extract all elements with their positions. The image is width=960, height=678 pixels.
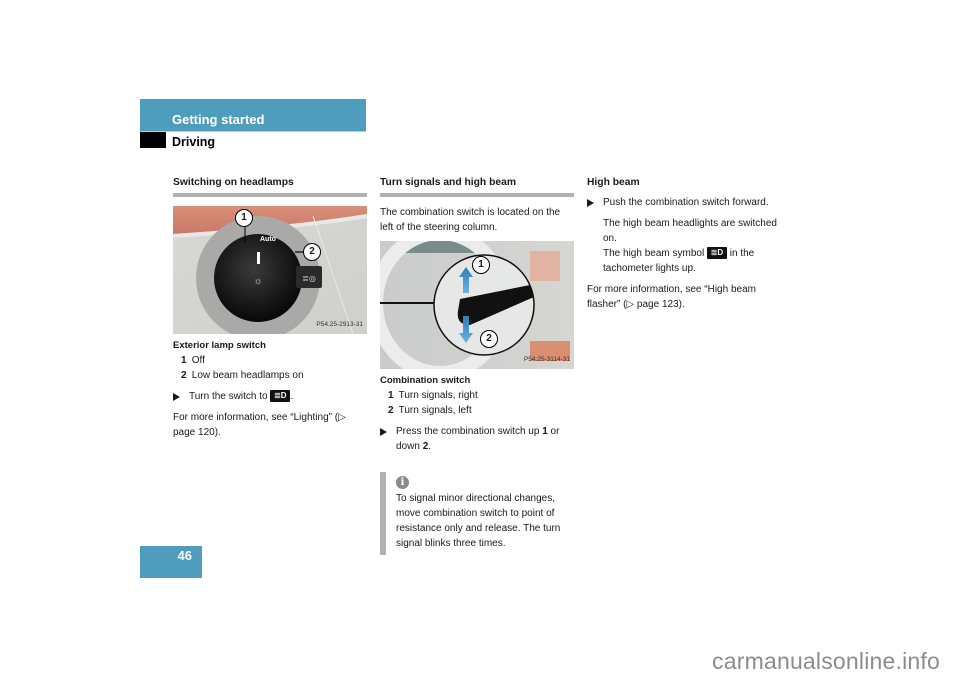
dial-label-auto: Auto <box>260 236 276 243</box>
figure-id: P54.25-3114-31 <box>523 356 570 363</box>
callout-2: 2 <box>480 330 498 348</box>
combination-switch-figure: 1 2 P54.25-3114-31 <box>380 241 574 369</box>
legend-item: 2 Turn signals, left <box>388 405 472 416</box>
figure-legend: 1 Turn signals, right 2 Turn signals, le… <box>388 388 574 418</box>
legend-item: 2 Low beam headlamps on <box>181 370 304 381</box>
watermark: carmanualsonline.info <box>712 648 940 674</box>
heading-switching-on-headlamps: Switching on headlamps <box>173 175 367 197</box>
callout-1: 1 <box>472 256 490 274</box>
info-icon: i <box>396 476 409 489</box>
callout-2: 2 <box>303 243 321 261</box>
heading-high-beam: High beam <box>587 177 640 188</box>
result-text: The high beam headlights are switched on… <box>603 218 777 274</box>
svg-text:≣◎: ≣◎ <box>302 274 316 283</box>
heading-turn-signals-high-beam: Turn signals and high beam <box>380 175 574 197</box>
figure-caption: Combination switch <box>380 375 471 386</box>
high-beam-symbol-icon: ≣D <box>706 247 727 260</box>
figure-legend: 1 Off 2 Low beam headlamps on <box>181 353 367 383</box>
exterior-lamp-switch-illustration: ☼ Auto ≣◎ <box>173 206 367 334</box>
bullet-triangle-icon <box>173 393 180 401</box>
section-title: Getting started <box>172 112 265 127</box>
info-text: To signal minor directional changes, mov… <box>396 493 561 549</box>
more-info-high-beam-flasher[interactable]: For more information, see “High beam fla… <box>587 282 781 312</box>
callout-1: 1 <box>235 209 253 227</box>
page-number: 46 <box>177 548 192 563</box>
column-high-beam: High beam Push the combination switch fo… <box>587 175 781 312</box>
legend-item: 1 Off <box>181 355 205 366</box>
figure-caption: Exterior lamp switch <box>173 340 266 351</box>
more-info-lighting[interactable]: For more information, see “Lighting” (▷ … <box>173 410 367 440</box>
subsection-marker <box>140 132 166 148</box>
bullet-triangle-icon <box>587 199 594 207</box>
svg-text:☼: ☼ <box>253 276 262 287</box>
section-header-underline <box>140 131 366 132</box>
column-headlamps: Switching on headlamps ☼ Auto ≣◎ 1 2 P54… <box>173 175 367 440</box>
instruction-step: Push the combination switch forward. <box>587 195 781 210</box>
low-beam-symbol-icon: ≣D <box>270 390 291 403</box>
legend-item: 1 Turn signals, right <box>388 390 478 401</box>
exterior-lamp-switch-figure: ☼ Auto ≣◎ 1 2 P54.25-2913-31 <box>173 206 367 334</box>
column-turn-signals: Turn signals and high beam The combinati… <box>380 175 574 555</box>
info-note: i To signal minor directional changes, m… <box>380 472 574 555</box>
subsection-title: Driving <box>172 135 216 149</box>
instruction-step: Turn the switch to ≣D. <box>173 389 367 404</box>
intro-text: The combination switch is located on the… <box>380 207 561 233</box>
instruction-step: Press the combination switch up 1 or dow… <box>380 424 574 454</box>
bullet-triangle-icon <box>380 428 387 436</box>
figure-id: P54.25-2913-31 <box>316 321 363 328</box>
